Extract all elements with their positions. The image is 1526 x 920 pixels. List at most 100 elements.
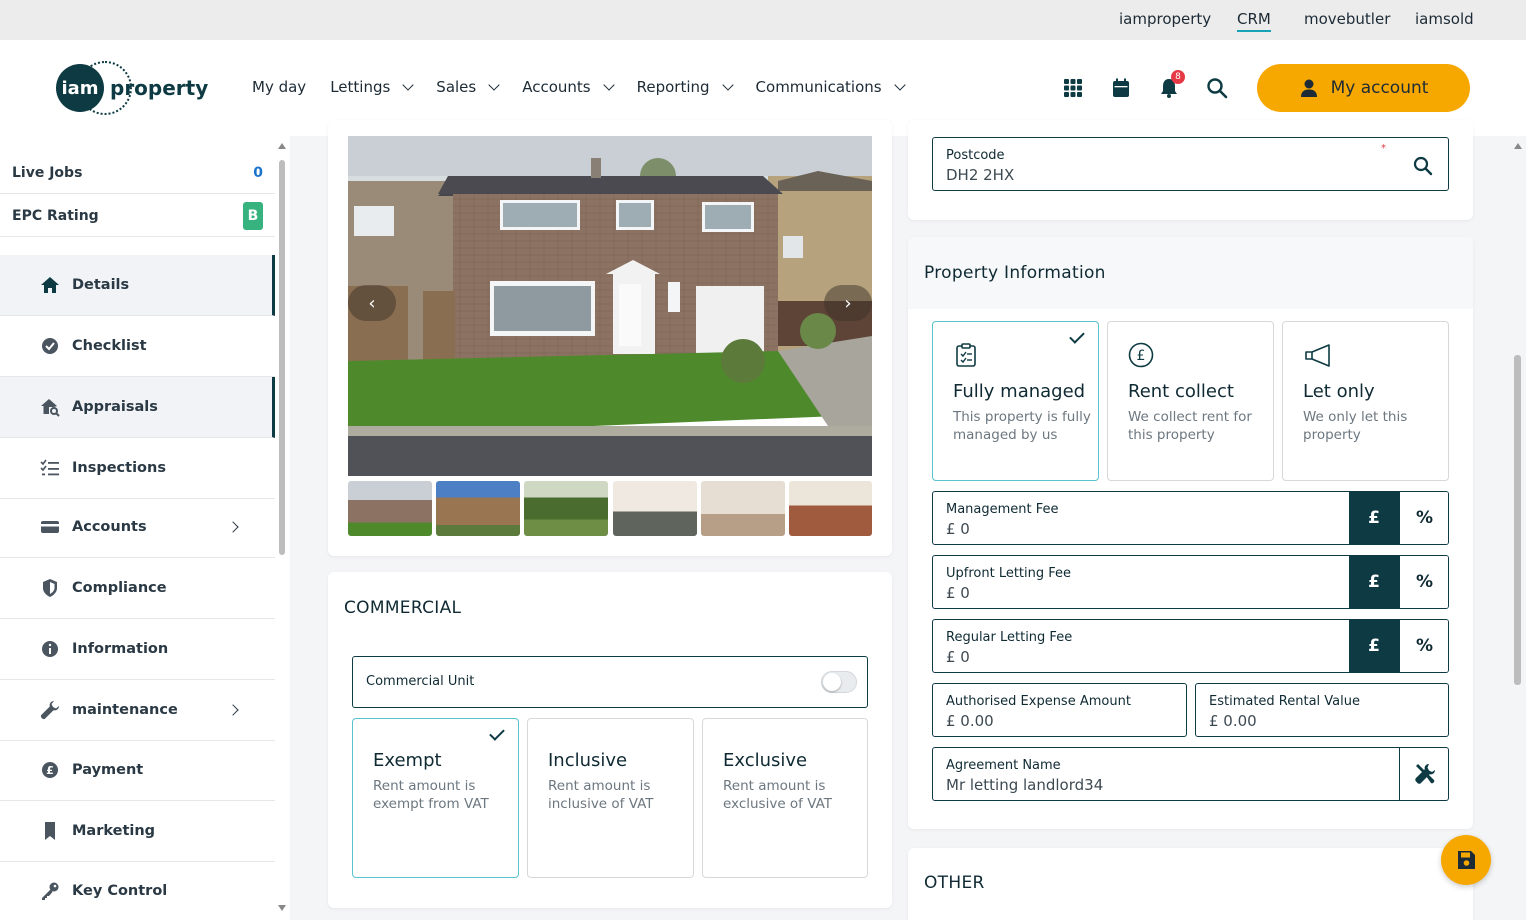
sidebar-item-payment[interactable]: £ Payment: [0, 740, 275, 801]
management-option-let-only[interactable]: Let only We only let this property: [1282, 321, 1449, 481]
pound-circle-icon: £: [1128, 342, 1154, 368]
sidebar-scroll-up[interactable]: [278, 143, 286, 149]
page-scroll-up[interactable]: [1514, 143, 1522, 149]
nav-reporting[interactable]: Reporting: [637, 78, 734, 96]
chevron-right-icon: [227, 704, 239, 716]
svg-text:£: £: [1137, 348, 1146, 364]
management-fee-value: £ 0: [946, 520, 970, 538]
photo-thumbnail[interactable]: [613, 481, 697, 536]
pound-circle-icon: £: [42, 762, 58, 778]
notification-count-badge: 8: [1171, 70, 1185, 84]
carousel-prev-button[interactable]: ‹: [348, 285, 396, 321]
wrench-icon: [40, 701, 59, 720]
nav-accounts[interactable]: Accounts: [522, 78, 615, 96]
brand-link-crm[interactable]: CRM: [1237, 10, 1271, 32]
vat-option-exempt[interactable]: Exempt Rent amount is exempt from VAT: [352, 718, 519, 878]
sidebar-scroll-down[interactable]: [278, 905, 286, 911]
brand-link-iamsold[interactable]: iamsold: [1415, 10, 1474, 28]
fee-type-pound-button[interactable]: £: [1349, 556, 1399, 608]
sidebar-item-inspections[interactable]: Inspections: [0, 438, 275, 499]
estimated-rental-value-field[interactable]: Estimated Rental Value £ 0.00: [1195, 683, 1449, 737]
photo-thumbnail[interactable]: [436, 481, 520, 536]
home-icon: [41, 277, 59, 293]
search-icon[interactable]: [1206, 77, 1228, 99]
clipboard-icon: [956, 343, 976, 367]
sidebar-item-key-control[interactable]: Key Control: [0, 861, 275, 920]
sidebar-item-checklist[interactable]: Checklist: [0, 316, 275, 377]
apps-grid-icon[interactable]: [1062, 77, 1084, 99]
live-jobs-count: 0: [253, 164, 263, 181]
bookmark-icon: [45, 822, 55, 840]
postcode-value: DH2 2HX: [946, 166, 1015, 184]
brand-link-movebutler[interactable]: movebutler: [1304, 10, 1390, 28]
photo-thumbnail[interactable]: [348, 481, 432, 536]
iamproperty-logo[interactable]: iam property: [56, 61, 208, 115]
my-account-button[interactable]: My account: [1257, 64, 1470, 112]
info-icon: [42, 641, 58, 657]
other-card: [908, 848, 1473, 920]
check-circle-icon: [42, 338, 58, 354]
user-icon: [1300, 79, 1317, 97]
fee-type-percent-button[interactable]: %: [1399, 620, 1448, 672]
postcode-field[interactable]: Postcode DH2 2HX *: [932, 137, 1449, 191]
chevron-down-icon: [402, 78, 414, 91]
commercial-unit-label: Commercial Unit: [366, 674, 475, 689]
search-icon[interactable]: [1413, 156, 1433, 176]
agreement-name-value: Mr letting landlord34: [946, 776, 1104, 794]
commercial-unit-field: Commercial Unit: [352, 656, 868, 708]
nav-my-day[interactable]: My day: [252, 78, 306, 96]
agreement-name-field[interactable]: Agreement Name Mr letting landlord34: [932, 747, 1449, 801]
property-main-photo: [348, 136, 872, 476]
epc-rating-stat[interactable]: EPC Rating B: [0, 195, 275, 237]
sidebar-item-appraisals[interactable]: Appraisals: [0, 377, 275, 438]
fee-type-percent-button[interactable]: %: [1399, 556, 1448, 608]
management-option-fully-managed[interactable]: Fully managed This property is fully man…: [932, 321, 1099, 481]
calendar-icon[interactable]: [1110, 77, 1132, 99]
regular-letting-fee-field[interactable]: Regular Letting Fee £ 0 £ %: [932, 619, 1449, 673]
list-check-icon: [40, 459, 59, 476]
postcode-label: Postcode: [946, 148, 1005, 163]
commercial-unit-toggle[interactable]: [821, 671, 857, 693]
megaphone-icon: [1305, 344, 1330, 367]
nav-lettings[interactable]: Lettings: [330, 78, 414, 96]
management-fee-field[interactable]: Management Fee £ 0 £ %: [932, 491, 1449, 545]
estimated-rental-value: £ 0.00: [1209, 712, 1257, 730]
fee-type-pound-button[interactable]: £: [1349, 492, 1399, 544]
chevron-down-icon: [488, 78, 500, 91]
sidebar-item-information[interactable]: Information: [0, 619, 275, 680]
vat-option-exclusive[interactable]: Exclusive Rent amount is exclusive of VA…: [702, 718, 868, 878]
fee-type-percent-button[interactable]: %: [1399, 492, 1448, 544]
page-scrollbar[interactable]: [1514, 355, 1521, 685]
photo-thumbnail[interactable]: [789, 481, 872, 536]
svg-text:£: £: [46, 764, 54, 777]
check-icon: [1069, 328, 1085, 344]
authorised-expense-field[interactable]: Authorised Expense Amount £ 0.00: [932, 683, 1187, 737]
sidebar-item-details[interactable]: Details: [0, 255, 275, 316]
carousel-next-button[interactable]: ›: [824, 285, 872, 321]
nav-communications[interactable]: Communications: [756, 78, 906, 96]
sidebar-scrollbar[interactable]: [279, 160, 285, 555]
save-icon: [1458, 851, 1475, 869]
tools-icon: [1414, 764, 1435, 784]
nav-sales[interactable]: Sales: [436, 78, 500, 96]
agreement-settings-button[interactable]: [1399, 748, 1448, 800]
management-option-rent-collect[interactable]: £ Rent collect We collect rent for this …: [1107, 321, 1274, 481]
save-button[interactable]: [1441, 835, 1491, 885]
main-nav: My day Lettings Sales Accounts Reporting…: [252, 78, 928, 96]
live-jobs-stat[interactable]: Live Jobs 0: [0, 152, 275, 194]
chevron-down-icon: [721, 78, 734, 91]
brand-link-iamproperty[interactable]: iamproperty: [1119, 10, 1211, 28]
sidebar-item-maintenance[interactable]: maintenance: [0, 680, 275, 741]
other-title: OTHER: [924, 873, 985, 893]
house-search-icon: [41, 399, 60, 417]
sidebar-item-compliance[interactable]: Compliance: [0, 558, 275, 619]
upfront-letting-fee-field[interactable]: Upfront Letting Fee £ 0 £ %: [932, 555, 1449, 609]
sidebar-item-marketing[interactable]: Marketing: [0, 801, 275, 862]
vat-option-inclusive[interactable]: Inclusive Rent amount is inclusive of VA…: [527, 718, 694, 878]
check-icon: [489, 725, 505, 741]
regular-letting-fee-value: £ 0: [946, 648, 970, 666]
fee-type-pound-button[interactable]: £: [1349, 620, 1399, 672]
photo-thumbnail[interactable]: [701, 481, 785, 536]
photo-thumbnail[interactable]: [524, 481, 608, 536]
sidebar-item-accounts[interactable]: Accounts: [0, 497, 275, 558]
